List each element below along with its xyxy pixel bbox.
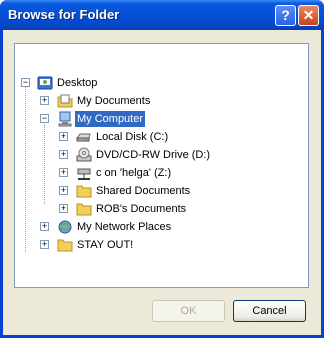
tree-item-network-drive[interactable]: + c on 'helga' (Z:) — [15, 165, 308, 181]
hard-disk-icon — [76, 133, 91, 142]
tree-item-label: My Network Places — [77, 221, 172, 233]
ok-button[interactable]: OK — [152, 300, 225, 322]
expand-toggle[interactable]: + — [40, 222, 49, 231]
cd-drive-icon — [76, 147, 92, 162]
expand-toggle[interactable]: + — [59, 186, 68, 195]
expand-toggle[interactable]: + — [40, 240, 49, 249]
expand-toggle[interactable]: + — [40, 96, 49, 105]
browse-for-folder-dialog: Browse for Folder ? ✕ − Desktop + My Doc… — [0, 0, 324, 338]
tree-item-my-computer[interactable]: − My Computer — [15, 110, 308, 128]
desktop-icon — [37, 76, 53, 90]
close-button[interactable]: ✕ — [298, 5, 319, 26]
folder-icon — [76, 185, 92, 198]
expand-toggle[interactable]: + — [59, 132, 68, 141]
tree-item-label: ROB's Documents — [96, 203, 187, 215]
documents-folder-icon — [57, 94, 73, 108]
tree-item-label: Desktop — [57, 77, 98, 89]
collapse-toggle[interactable]: − — [21, 78, 30, 87]
tree-item-label: My Computer — [73, 110, 147, 128]
tree-item-stay-out[interactable]: + STAY OUT! — [15, 237, 308, 253]
tree-item-robs-documents[interactable]: + ROB's Documents — [15, 201, 308, 217]
title-bar[interactable]: Browse for Folder ? ✕ — [0, 0, 324, 30]
expand-toggle[interactable]: + — [59, 168, 68, 177]
tree-item-label: Shared Documents — [96, 185, 191, 197]
tree-item-my-network-places[interactable]: + My Network Places — [15, 219, 308, 235]
cancel-button[interactable]: Cancel — [233, 300, 306, 322]
help-button[interactable]: ? — [275, 5, 296, 26]
tree-item-label: STAY OUT! — [77, 239, 134, 251]
computer-icon — [58, 111, 72, 127]
tree-item-label: DVD/CD-RW Drive (D:) — [96, 149, 211, 161]
folder-icon — [57, 239, 73, 252]
tree-item-shared-documents[interactable]: + Shared Documents — [15, 183, 308, 199]
expand-toggle[interactable]: + — [59, 150, 68, 159]
folder-icon — [76, 203, 92, 216]
collapse-toggle[interactable]: − — [40, 114, 49, 123]
tree-item-desktop[interactable]: − Desktop — [15, 75, 308, 91]
dialog-title: Browse for Folder — [8, 7, 120, 22]
tree-item-label: c on 'helga' (Z:) — [96, 167, 172, 179]
tree-item-local-disk[interactable]: + Local Disk (C:) — [15, 129, 308, 145]
tree-item-dvd-drive[interactable]: + DVD/CD-RW Drive (D:) — [15, 147, 308, 163]
network-drive-icon — [77, 168, 91, 180]
folder-tree[interactable]: − Desktop + My Documents − My Computer +… — [14, 43, 309, 288]
tree-item-label: My Documents — [77, 95, 151, 107]
tree-item-my-documents[interactable]: + My Documents — [15, 93, 308, 109]
tree-item-label: Local Disk (C:) — [96, 131, 169, 143]
network-places-icon — [58, 220, 72, 234]
expand-toggle[interactable]: + — [59, 204, 68, 213]
